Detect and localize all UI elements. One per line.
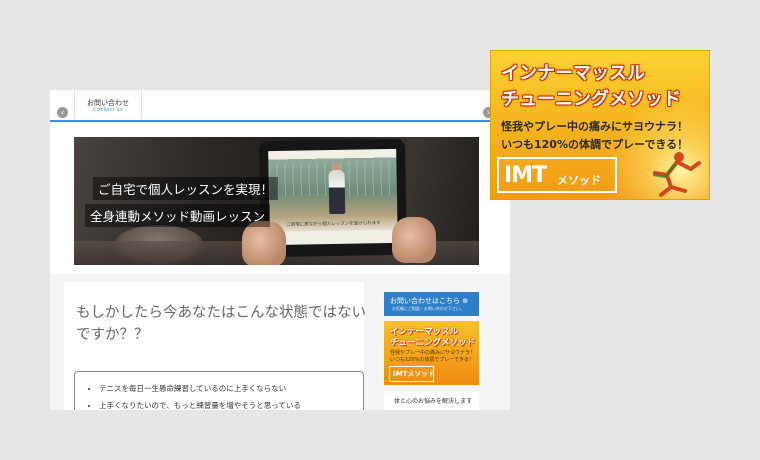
screen-caption: ご自宅に居ながら個人レッスンを受けられます	[286, 221, 381, 228]
contact-button[interactable]: お問い合わせはこちら ⊕ お気軽にご相談・お問い合わせ下さい。	[384, 292, 479, 316]
sidebar-note-text: 体と心のお悩みを解決します	[394, 398, 473, 405]
main-column: もしかしたら今あなたはこんな状態ではないですか？？ テニスを毎日一生懸命練習して…	[64, 282, 366, 410]
imt-banner-ad[interactable]: インナーマッスル チューニングメソッド 怪我やプレー中の痛みにサヨウナラ！ いつ…	[490, 50, 710, 200]
nav-item-contact[interactable]: お問い合わせ Contact us	[74, 90, 142, 120]
banner-line-2: チューニングメソッド	[501, 89, 681, 110]
banner-line-4: いつも120%の体調でプレーできる！	[501, 138, 689, 151]
top-navigation: お問い合わせ Contact us	[50, 90, 510, 122]
sidebar: お問い合わせはこちら ⊕ お気軽にご相談・お問い合わせ下さい。 インナーマッスル…	[384, 292, 479, 410]
slide-line-2: 全身連動メソッド動画レッスン	[85, 204, 271, 227]
sidebar-note: 体と心のお悩みを解決します	[384, 390, 479, 410]
banner-line-1: インナーマッスル	[501, 63, 645, 84]
imt-mini-banner[interactable]: インナーマッスル チューニングメソッド 怪我やプレー中の痛みにサヨウナラ！ いつ…	[384, 321, 479, 385]
slide-text: ご自宅で個人レッスンを実現！ 全身連動メソッド動画レッスン	[85, 177, 285, 231]
list-item: テニスを毎日一生懸命練習しているのに上手くならない	[99, 380, 363, 397]
slide-line-1: ご自宅で個人レッスンを実現！	[93, 177, 279, 200]
mini-banner-line-4: いつも120%の体調でプレーできる！	[390, 357, 474, 363]
tennis-player	[328, 169, 346, 215]
athlete-figure-icon	[652, 152, 701, 197]
imt-logo-kana: メソッド	[557, 174, 601, 187]
problem-checklist: テニスを毎日一生懸命練習しているのに上手くならない 上手くなりたいので、もっと練…	[74, 371, 364, 410]
chevron-left-icon[interactable]: ‹	[57, 107, 68, 118]
mini-banner-line-2: チューニングメソッド	[390, 338, 476, 348]
slider-dots	[264, 255, 285, 265]
content-area: もしかしたら今あなたはこんな状態ではないですか？？ テニスを毎日一生懸命練習して…	[50, 274, 510, 410]
contact-button-sub: お気軽にご相談・お問い合わせ下さい。	[392, 306, 464, 311]
imt-logo-main: IMT	[504, 163, 547, 188]
web-page: お問い合わせ Contact us ご自宅に居ながら個人レッスンを受けられます …	[50, 90, 510, 410]
tablet-screen: ご自宅に居ながら個人レッスンを受けられます	[268, 148, 398, 246]
banner-line-3: 怪我やプレー中の痛みにサヨウナラ！	[501, 120, 688, 133]
hero-slider[interactable]: ご自宅に居ながら個人レッスンを受けられます ご自宅で個人レッスンを実現！ 全身連…	[74, 137, 479, 265]
mini-banner-line-3: 怪我やプレー中の痛みにサヨウナラ！	[390, 350, 476, 356]
imt-logo: IMT メソッド	[497, 157, 617, 193]
list-item: 上手くなりたいので、もっと練習量を増やそうと思っている	[99, 397, 363, 410]
mini-banner-logo: IMTメソッド	[389, 366, 434, 382]
page-headline: もしかしたら今あなたはこんな状態ではないですか？？	[76, 305, 366, 343]
nav-contact-sublabel: Contact us	[93, 107, 123, 113]
contact-button-title: お問い合わせはこちら ⊕	[390, 297, 469, 305]
right-hand	[392, 217, 436, 263]
